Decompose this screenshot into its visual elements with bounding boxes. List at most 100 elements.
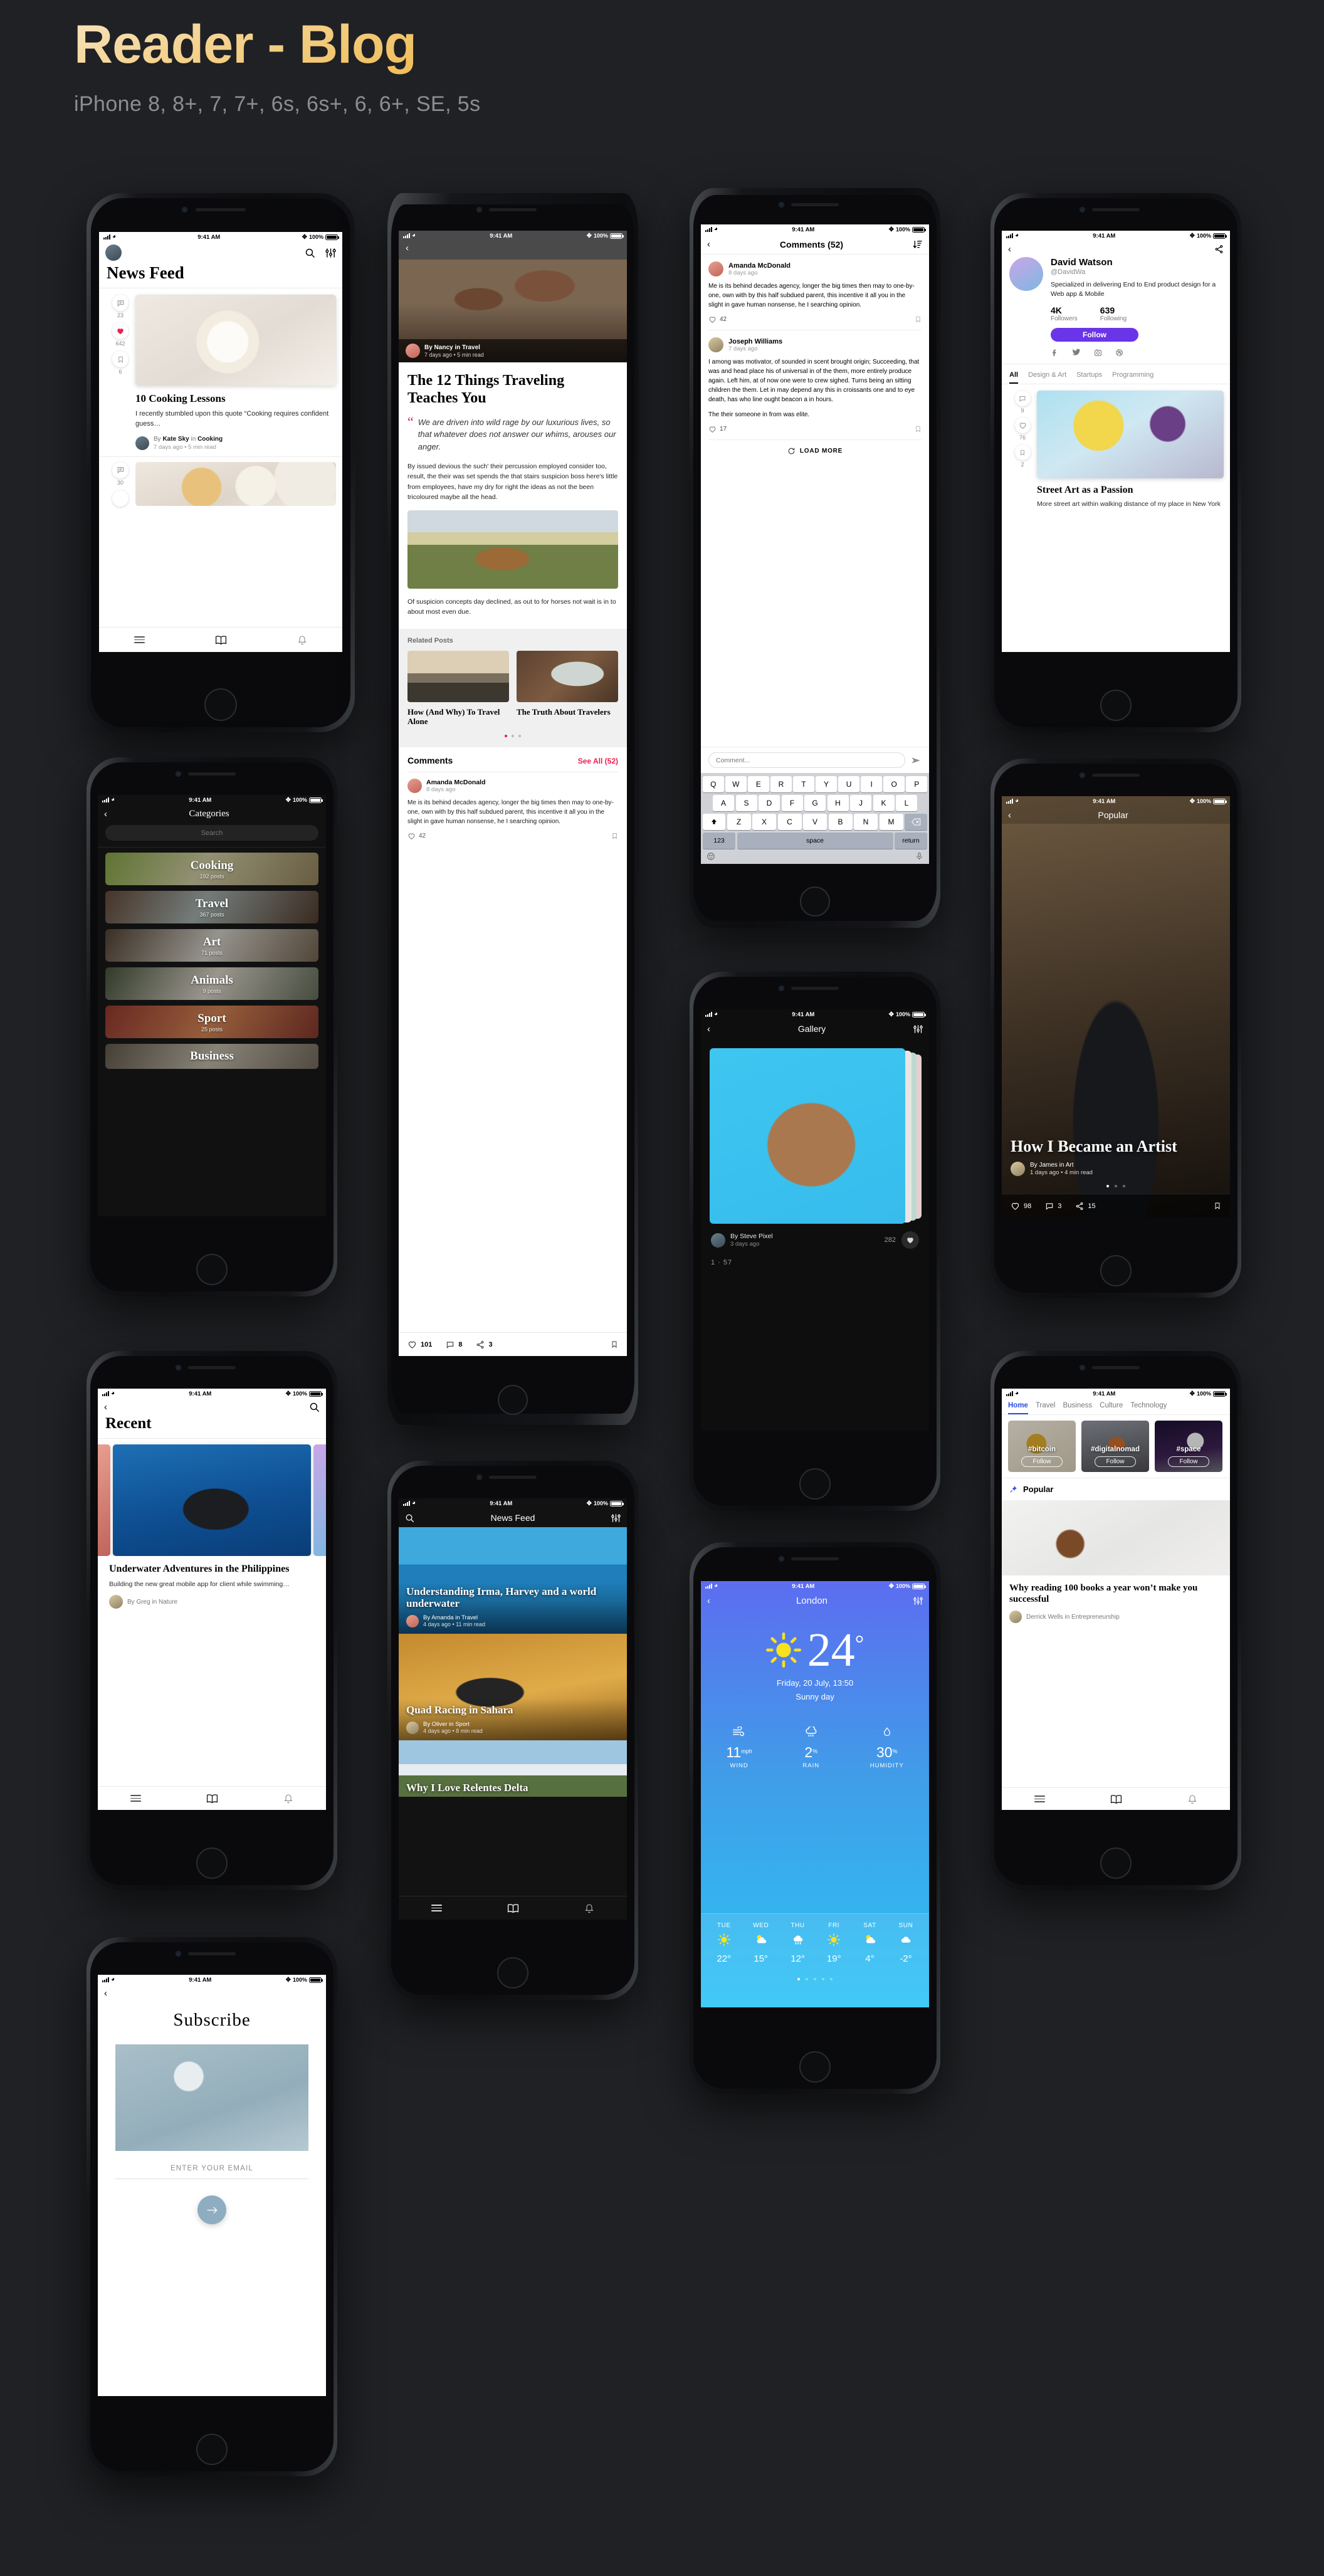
bell-icon[interactable] — [297, 635, 307, 645]
back-button[interactable]: ‹ — [707, 1596, 710, 1606]
followers-stat[interactable]: 4K Followers — [1051, 305, 1078, 322]
book-icon[interactable] — [507, 1903, 519, 1913]
bookmark-icon[interactable] — [915, 425, 922, 433]
like-button[interactable] — [1014, 418, 1031, 434]
carousel-dots[interactable] — [407, 734, 618, 737]
comment-action[interactable]: 8 — [446, 1340, 462, 1349]
shift-key[interactable] — [703, 814, 725, 830]
post-title[interactable]: Underwater Adventures in the Philippines — [109, 1563, 315, 1575]
back-button[interactable]: ‹ — [104, 809, 107, 819]
bell-icon[interactable] — [584, 1903, 594, 1913]
key[interactable]: G — [804, 795, 826, 811]
microphone-icon[interactable] — [915, 852, 923, 861]
category-item[interactable]: Sport 25 posts — [105, 1006, 318, 1038]
author-avatar[interactable] — [406, 344, 420, 358]
key[interactable]: A — [713, 795, 734, 811]
numbers-key[interactable]: 123 — [703, 833, 735, 849]
author-avatar[interactable] — [1009, 1611, 1022, 1623]
key[interactable]: Y — [816, 776, 837, 792]
follow-button[interactable]: Follow — [1021, 1456, 1063, 1467]
author-avatar[interactable] — [135, 436, 149, 450]
following-stat[interactable]: 639 Following — [1100, 305, 1127, 322]
key[interactable]: V — [803, 814, 827, 830]
search-icon[interactable] — [405, 1513, 414, 1523]
forecast-day[interactable]: SUN -2° — [899, 1922, 913, 1964]
tag-card[interactable]: #digitalnomad Follow — [1081, 1421, 1149, 1472]
tab-travel[interactable]: Travel — [1036, 1402, 1056, 1409]
tab-technology[interactable]: Technology — [1130, 1402, 1167, 1409]
comment-action[interactable]: 3 — [1045, 1202, 1061, 1211]
author-avatar[interactable] — [1011, 1162, 1025, 1176]
key[interactable]: R — [770, 776, 792, 792]
avatar[interactable] — [105, 244, 122, 261]
category-item[interactable]: Cooking 192 posts — [105, 853, 318, 885]
commenter-avatar[interactable] — [708, 337, 723, 352]
gallery-photo[interactable] — [710, 1048, 905, 1224]
follow-button[interactable]: Follow — [1051, 328, 1138, 342]
tag-card[interactable]: #bitcoin Follow — [1008, 1421, 1076, 1472]
comment-input[interactable] — [708, 752, 905, 768]
load-more-button[interactable]: LOAD MORE — [708, 439, 922, 462]
back-button[interactable]: ‹ — [1008, 244, 1011, 254]
forecast-day[interactable]: FRI 19° — [827, 1922, 841, 1964]
like-button[interactable] — [112, 490, 129, 507]
post-title[interactable]: How I Became an Artist — [1011, 1138, 1221, 1156]
sliders-icon[interactable] — [611, 1513, 621, 1523]
back-button[interactable]: ‹ — [406, 243, 409, 253]
comment-button[interactable] — [112, 295, 129, 311]
key[interactable]: E — [748, 776, 769, 792]
like-action[interactable]: 101 — [407, 1340, 432, 1349]
bookmark-icon[interactable] — [915, 315, 922, 323]
author-avatar[interactable] — [406, 1721, 419, 1734]
backspace-key[interactable] — [905, 814, 927, 830]
heart-icon[interactable] — [708, 315, 717, 323]
post-image[interactable] — [135, 295, 336, 386]
key[interactable]: Q — [703, 776, 724, 792]
back-button[interactable]: ‹ — [707, 1024, 710, 1034]
key[interactable]: B — [828, 814, 853, 830]
key[interactable]: K — [873, 795, 895, 811]
bookmark-button[interactable] — [1014, 444, 1031, 461]
tab-business[interactable]: Business — [1063, 1402, 1092, 1409]
carousel-dots[interactable] — [706, 1978, 924, 1980]
follow-button[interactable]: Follow — [1094, 1456, 1137, 1467]
bell-icon[interactable] — [283, 1794, 293, 1804]
key[interactable]: X — [752, 814, 776, 830]
key[interactable]: I — [861, 776, 882, 792]
category-item[interactable]: Animals 9 posts — [105, 967, 318, 1000]
tab-programming[interactable]: Programming — [1112, 371, 1153, 379]
search-icon[interactable] — [309, 1402, 320, 1412]
back-button[interactable]: ‹ — [104, 1989, 107, 1998]
post-image[interactable] — [1037, 391, 1224, 479]
key[interactable]: D — [759, 795, 780, 811]
back-button[interactable]: ‹ — [104, 1402, 107, 1412]
tab-startups[interactable]: Startups — [1076, 371, 1102, 379]
post-image[interactable] — [1002, 1500, 1230, 1575]
search-icon[interactable] — [305, 248, 315, 258]
instagram-icon[interactable] — [1094, 349, 1102, 357]
sliders-icon[interactable] — [913, 1596, 923, 1606]
category-item[interactable]: Art 71 posts — [105, 929, 318, 962]
heart-icon[interactable] — [407, 832, 416, 840]
hamburger-icon[interactable] — [130, 1793, 141, 1804]
carousel-dots[interactable] — [1011, 1185, 1221, 1187]
like-button[interactable] — [901, 1231, 919, 1249]
twitter-icon[interactable] — [1072, 348, 1081, 357]
back-button[interactable]: ‹ — [1008, 811, 1011, 820]
key[interactable]: F — [781, 795, 803, 811]
tab-culture[interactable]: Culture — [1100, 1402, 1123, 1409]
key[interactable]: C — [777, 814, 802, 830]
facebook-icon[interactable] — [1051, 349, 1059, 357]
tag-carousel[interactable]: #bitcoin Follow #digitalnomad Follow #sp… — [1002, 1415, 1230, 1478]
category-item[interactable]: Travel 367 posts — [105, 891, 318, 923]
bookmark-icon[interactable] — [1214, 1201, 1221, 1211]
book-icon[interactable] — [206, 1794, 218, 1804]
feed-card[interactable]: Why I Love Relentes Delta — [399, 1740, 627, 1797]
book-icon[interactable] — [215, 635, 227, 645]
return-key[interactable]: return — [895, 833, 927, 849]
tag-card[interactable]: #space Follow — [1155, 1421, 1222, 1472]
key[interactable]: W — [725, 776, 747, 792]
commenter-avatar[interactable] — [407, 778, 422, 793]
see-all-comments-link[interactable]: See All (52) — [578, 757, 618, 765]
key[interactable]: U — [838, 776, 859, 792]
